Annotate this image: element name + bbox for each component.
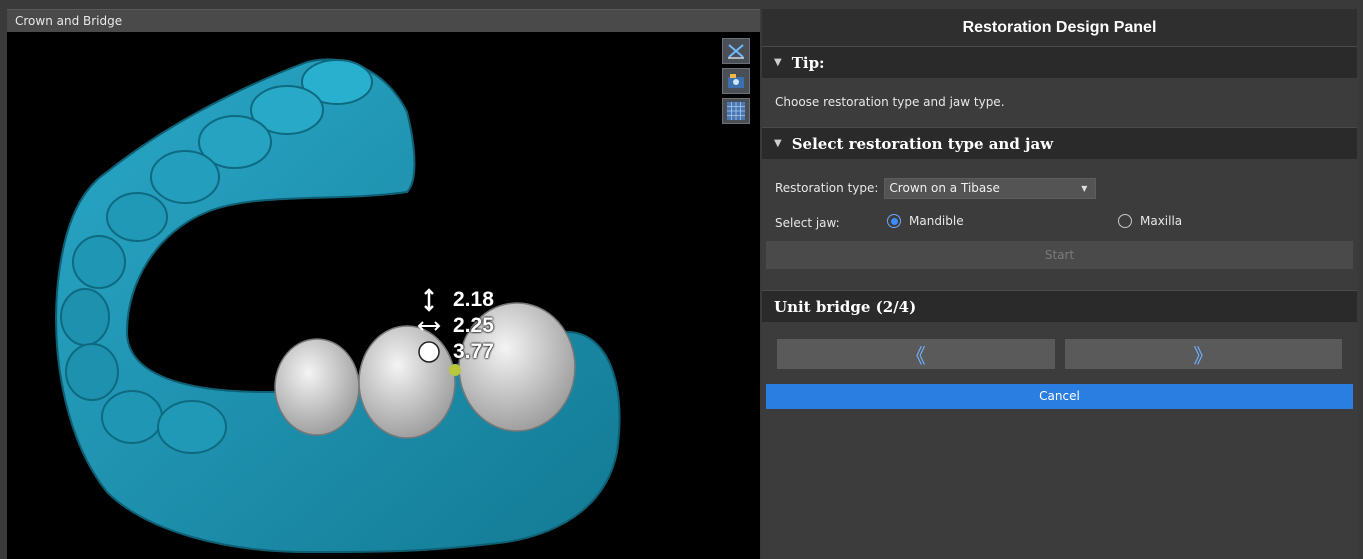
double-chevron-right-icon: 》 [1193, 343, 1214, 368]
dropdown-arrow-icon: ▼ [1081, 183, 1088, 193]
front-tooth-shape [60, 288, 110, 346]
double-chevron-left-icon: 《 [905, 343, 926, 368]
horizontal-arrow-icon [417, 320, 441, 332]
dental-scan-scene[interactable] [7, 32, 760, 559]
bridge-nav-row: 《 》 [762, 322, 1357, 369]
mandible-label: Mandible [909, 214, 964, 228]
unit-bridge-label: Unit bridge (2/4) [774, 297, 917, 316]
panel-title: Restoration Design Panel [762, 9, 1357, 46]
molar-shape [106, 192, 168, 242]
select-jaw-label: Select jaw: [775, 216, 840, 230]
radio-unselected-icon [1118, 214, 1132, 228]
select-section-label: Select restoration type and jaw [791, 134, 1054, 153]
snapshot-icon[interactable] [722, 68, 750, 94]
tip-header-label: Tip: [791, 53, 825, 72]
measure-cross-icon[interactable] [722, 38, 750, 64]
mandible-radio[interactable]: Mandible [887, 214, 964, 228]
restoration-type-value: Crown on a Tibase [889, 181, 1000, 195]
app-root: Crown and Bridge 2.18 2.25 3.77 Restorat… [0, 0, 1363, 559]
crown-restoration [274, 338, 360, 436]
measurement-value: 3.77 [453, 340, 494, 363]
cancel-button[interactable]: Cancel [766, 384, 1353, 409]
grid-icon[interactable] [722, 98, 750, 124]
restoration-type-select[interactable]: Crown on a Tibase ▼ [884, 177, 1097, 199]
measurement-row: 3.77 [417, 339, 494, 365]
measurement-value: 2.18 [453, 288, 494, 311]
viewport-toolbar [722, 38, 750, 124]
molar-shape [150, 150, 220, 204]
measurement-row: 2.18 [417, 287, 494, 313]
collapse-triangle-icon: ▼ [774, 57, 782, 68]
start-button[interactable]: Start [766, 241, 1353, 269]
select-section-header[interactable]: ▼ Select restoration type and jaw [762, 127, 1357, 159]
radio-selected-icon [887, 214, 901, 228]
front-tooth-shape [65, 343, 119, 401]
tip-section-header[interactable]: ▼ Tip: [762, 46, 1357, 78]
viewport-title: Crown and Bridge [7, 9, 760, 32]
measurement-value: 2.25 [453, 314, 494, 337]
tip-text: Choose restoration type and jaw type. [762, 78, 1357, 127]
restoration-type-row: Restoration type: Crown on a Tibase ▼ [762, 171, 1357, 205]
front-tooth-shape [157, 400, 227, 454]
next-unit-button[interactable]: 》 [1064, 339, 1342, 369]
unit-bridge-header: Unit bridge (2/4) [762, 290, 1357, 322]
select-jaw-row: Select jaw: Mandible Maxilla [762, 205, 1357, 241]
circle-icon [417, 340, 441, 364]
restoration-design-panel: Restoration Design Panel ▼ Tip: Choose r… [762, 9, 1357, 559]
maxilla-radio[interactable]: Maxilla [1118, 214, 1182, 228]
measurement-row: 2.25 [417, 313, 494, 339]
front-tooth-shape [101, 390, 163, 444]
contact-point-marker [449, 364, 461, 376]
front-tooth-shape [72, 235, 126, 289]
maxilla-label: Maxilla [1140, 214, 1183, 228]
vertical-arrow-icon [417, 288, 441, 312]
measurement-overlay: 2.18 2.25 3.77 [417, 287, 494, 365]
restoration-type-label: Restoration type: [775, 181, 879, 195]
previous-unit-button[interactable]: 《 [777, 339, 1055, 369]
collapse-triangle-icon: ▼ [774, 138, 782, 149]
3d-viewport[interactable]: 2.18 2.25 3.77 [7, 32, 760, 559]
